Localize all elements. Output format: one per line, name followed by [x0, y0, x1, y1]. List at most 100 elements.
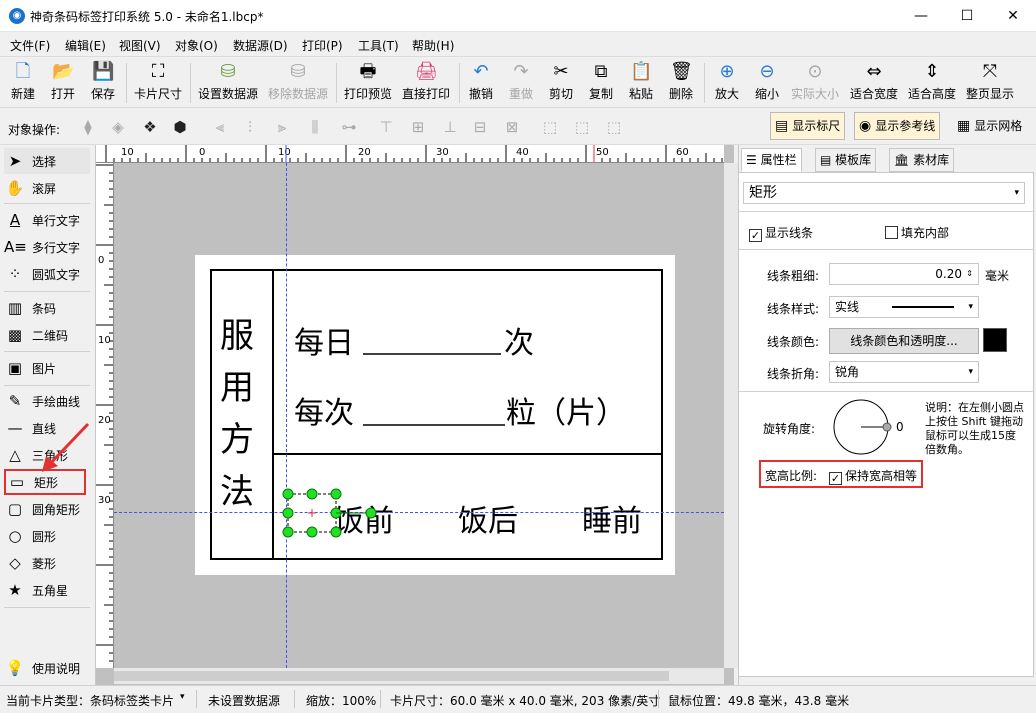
zoom-in-button[interactable]: ⊕ 放大 [710, 61, 744, 107]
zoom-out-button[interactable]: ⊖ 缩小 [750, 61, 784, 107]
delete-button[interactable]: 🗑 删除 [664, 61, 698, 107]
open-button[interactable]: 📂 打开 [46, 61, 80, 107]
maximize-button[interactable]: ☐ [944, 0, 990, 32]
align-top-icon[interactable]: ⊤ [376, 118, 396, 136]
tool-rounded-rectangle[interactable]: ▢ 圆角矩形 [4, 496, 90, 522]
menu-print[interactable]: 打印(P) [302, 37, 343, 54]
align-center-h-icon[interactable]: ⫶ [240, 118, 260, 136]
group-icon[interactable]: ⬚ [540, 118, 560, 136]
same-size-icon[interactable]: ⊠ [502, 118, 522, 136]
line-corner-select[interactable]: 锐角 ▾ [829, 361, 979, 383]
option-bedtime[interactable]: 睡前 [582, 496, 642, 540]
line-width-label: 线条粗细: [767, 269, 820, 283]
object-operations-label: 对象操作: [8, 123, 61, 137]
new-button[interactable]: 🗋 新建 [6, 61, 40, 107]
left-ruler[interactable]: 0 10 20 30 [96, 163, 114, 668]
copy-button[interactable]: ⧉ 复制 [584, 61, 618, 107]
tool-single-line-text[interactable]: A 单行文字 [4, 207, 90, 233]
horizontal-scrollbar[interactable] [114, 668, 724, 684]
ruler-label: 30 [436, 147, 449, 158]
tool-barcode[interactable]: ▥ 条码 [4, 295, 90, 321]
horizontal-guide[interactable] [114, 512, 724, 513]
tool-image[interactable]: ▣ 图片 [4, 355, 90, 381]
tool-select[interactable]: ➤ 选择 [4, 148, 90, 174]
save-button[interactable]: 💾 保存 [86, 61, 120, 107]
option-after-meal[interactable]: 饭后 [458, 496, 518, 540]
actual-size-button[interactable]: ⊙ 实际大小 [788, 61, 842, 107]
menu-datasource[interactable]: 数据源(D) [233, 37, 288, 54]
layer-up-icon[interactable]: ❖ [140, 118, 160, 136]
vertical-scrollbar[interactable] [724, 163, 738, 668]
line2-suffix[interactable]: 粒（片） [506, 388, 626, 432]
minimize-button[interactable]: — [898, 0, 944, 32]
line-width-input[interactable]: 0.20 ⇕ [829, 263, 979, 285]
tool-qrcode[interactable]: ▩ 二维码 [4, 322, 90, 348]
align-right-icon[interactable]: ⫸ [272, 118, 292, 136]
redo-button[interactable]: ↷ 重做 [504, 61, 538, 107]
menu-tools[interactable]: 工具(T) [358, 37, 399, 54]
rotation-dial[interactable] [831, 399, 901, 457]
layer-bottom-icon[interactable]: ⧫ [78, 118, 98, 136]
spinner-icon[interactable]: ⇕ [966, 264, 973, 284]
show-grid-toggle[interactable]: ▦ 显示网格 [952, 112, 1027, 140]
selected-rectangle[interactable] [280, 486, 380, 540]
tab-library[interactable]: 🏛 素材库 [889, 148, 955, 172]
cut-button[interactable]: ✂ 剪切 [544, 61, 578, 107]
set-datasource-button[interactable]: ⛁ 设置数据源 [196, 61, 260, 107]
align-left-icon[interactable]: ⫷ [210, 118, 230, 136]
line2-prefix[interactable]: 每次 [294, 388, 354, 432]
keep-aspect-checkbox[interactable]: ✓ 保持宽高相等 [829, 467, 917, 485]
tool-circle[interactable]: ○ 圆形 [4, 523, 90, 549]
lock-icon[interactable]: ⬚ [604, 118, 624, 136]
fill-inside-checkbox[interactable]: 填充内部 [885, 224, 949, 241]
line-color-button[interactable]: 线条颜色和透明度... [829, 328, 979, 354]
tab-properties[interactable]: ☰ 属性栏 [741, 148, 802, 172]
line1-suffix[interactable]: 次 [504, 318, 534, 362]
star-icon: ★ [8, 581, 22, 599]
tool-scroll[interactable]: ✋ 滚屏 [4, 175, 90, 201]
show-line-checkbox[interactable]: ✓ 显示线条 [749, 224, 813, 242]
fit-width-button[interactable]: ⇔ 适合宽度 [848, 61, 900, 107]
direct-print-button[interactable]: 🖨 直接打印 [400, 61, 452, 107]
print-preview-button[interactable]: 🖶 打印预览 [342, 61, 394, 107]
layer-down-icon[interactable]: ◈ [108, 118, 128, 136]
zoom-in-icon: ⊕ [719, 61, 735, 82]
fit-page-button[interactable]: ⤧ 整页显示 [964, 61, 1016, 107]
vertical-guide[interactable] [286, 163, 287, 668]
menu-view[interactable]: 视图(V) [119, 37, 161, 54]
menu-help[interactable]: 帮助(H) [412, 37, 454, 54]
close-button[interactable]: ✕ [990, 0, 1036, 32]
menu-edit[interactable]: 编辑(E) [65, 37, 106, 54]
tab-templates[interactable]: ▤ 模板库 [815, 148, 877, 172]
show-ruler-toggle[interactable]: ▤ 显示标尺 [770, 112, 846, 140]
paste-button[interactable]: 📋 粘贴 [624, 61, 658, 107]
card-size-button[interactable]: ⛶ 卡片尺寸 [132, 61, 184, 107]
tool-multi-line-text[interactable]: A≡ 多行文字 [4, 234, 90, 260]
distribute-h-icon[interactable]: ⫼ [305, 118, 325, 136]
line-style-select[interactable]: 实线 ▾ [829, 296, 979, 318]
line-color-swatch[interactable] [983, 328, 1007, 352]
tool-star[interactable]: ★ 五角星 [4, 577, 90, 603]
distribute-v-icon[interactable]: ⊟ [470, 118, 490, 136]
tool-freehand[interactable]: ✎ 手绘曲线 [4, 388, 90, 414]
layer-top-icon[interactable]: ⬢ [170, 118, 190, 136]
menu-object[interactable]: 对象(O) [175, 37, 218, 54]
undo-button[interactable]: ↶ 撤销 [464, 61, 498, 107]
menu-file[interactable]: 文件(F) [10, 37, 50, 54]
show-guides-toggle[interactable]: ◉ 显示参考线 [854, 112, 941, 140]
fit-height-button[interactable]: ⇕ 适合高度 [906, 61, 958, 107]
remove-datasource-button[interactable]: ⛁ 移除数据源 [266, 61, 330, 107]
align-bottom-icon[interactable]: ⊥ [440, 118, 460, 136]
horizontal-scroll-thumb[interactable] [114, 671, 669, 681]
tool-arc-text[interactable]: ⁘ 圆弧文字 [4, 261, 90, 287]
ungroup-icon[interactable]: ⬚ [572, 118, 592, 136]
tool-diamond[interactable]: ◇ 菱形 [4, 550, 90, 576]
tool-help[interactable]: 💡 使用说明 [4, 655, 90, 681]
object-type-select[interactable]: 矩形 ▾ [743, 182, 1025, 204]
align-middle-icon[interactable]: ⊞ [408, 118, 428, 136]
distribute-spacing-icon[interactable]: ⊶ [336, 118, 362, 136]
top-ruler[interactable]: 10 0 10 20 30 40 50 60 [96, 145, 724, 163]
line1-prefix[interactable]: 每日 [294, 318, 354, 362]
side-title[interactable]: 服 用 方 法 [220, 310, 254, 518]
status-card-type-arrow-icon[interactable]: ▾ [180, 692, 185, 702]
